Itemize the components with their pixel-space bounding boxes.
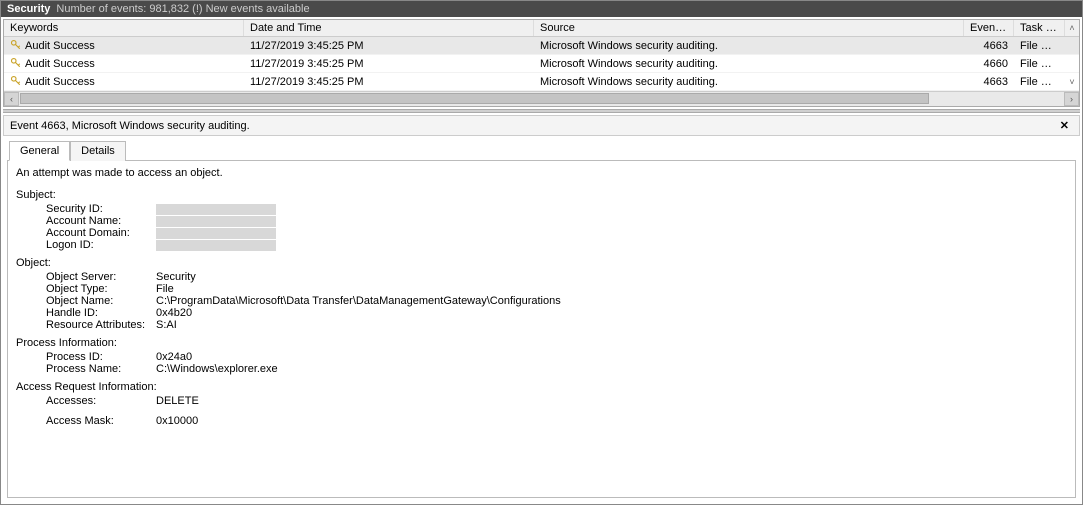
object-name-label: Object Name: [16, 295, 156, 307]
scroll-track[interactable] [19, 92, 1064, 106]
event-viewer-window: Security Number of events: 981,832 (!) N… [0, 0, 1083, 505]
event-message: An attempt was made to access an object. [16, 167, 1067, 179]
handle-id-value: 0x4b20 [156, 307, 1067, 319]
event-count: Number of events: 981,832 (!) New events… [56, 3, 309, 15]
object-server-label: Object Server: [16, 271, 156, 283]
grid-body: Audit Success11/27/2019 3:45:25 PMMicros… [4, 37, 1079, 91]
object-type-label: Object Type: [16, 283, 156, 295]
col-header-event-id[interactable]: Event ID [964, 20, 1014, 36]
table-row[interactable]: Audit Success11/27/2019 3:45:25 PMMicros… [4, 73, 1079, 91]
cell-keywords: Audit Success [4, 37, 244, 54]
table-row[interactable]: Audit Success11/27/2019 3:45:25 PMMicros… [4, 37, 1079, 55]
cell-keywords: Audit Success [4, 73, 244, 90]
account-domain-label: Account Domain: [16, 227, 156, 239]
cell-event-id: 4663 [964, 74, 1014, 90]
cell-source: Microsoft Windows security auditing. [534, 74, 964, 90]
logon-id-label: Logon ID: [16, 239, 156, 251]
col-header-keywords[interactable]: Keywords [4, 20, 244, 36]
logon-id-value [156, 239, 1067, 251]
cell-date: 11/27/2019 3:45:25 PM [244, 38, 534, 54]
horizontal-scrollbar[interactable]: ‹ › [4, 91, 1079, 106]
object-server-value: Security [156, 271, 1067, 283]
access-req-label: Access Request Information: [16, 381, 1067, 393]
detail-header: Event 4663, Microsoft Windows security a… [3, 115, 1080, 136]
scroll-right-icon[interactable]: › [1064, 92, 1079, 106]
cell-event-id: 4663 [964, 38, 1014, 54]
tab-general[interactable]: General [9, 141, 70, 161]
cell-source: Microsoft Windows security auditing. [534, 38, 964, 54]
cell-task: File System [1014, 74, 1065, 90]
cell-keywords: Audit Success [4, 55, 244, 72]
access-mask-value: 0x10000 [156, 415, 1067, 427]
object-name-value: C:\ProgramData\Microsoft\Data Transfer\D… [156, 295, 1067, 307]
process-name-label: Process Name: [16, 363, 156, 375]
process-name-value: C:\Windows\explorer.exe [156, 363, 1067, 375]
account-domain-value [156, 227, 1067, 239]
cell-source: Microsoft Windows security auditing. [534, 56, 964, 72]
event-grid: Keywords Date and Time Source Event ID T… [3, 19, 1080, 107]
scroll-left-icon[interactable]: ‹ [4, 92, 19, 106]
col-header-task[interactable]: Task Category [1014, 20, 1065, 36]
account-name-label: Account Name: [16, 215, 156, 227]
resource-attr-label: Resource Attributes: [16, 319, 156, 331]
titlebar: Security Number of events: 981,832 (!) N… [1, 1, 1082, 17]
cell-date: 11/27/2019 3:45:25 PM [244, 56, 534, 72]
process-id-label: Process ID: [16, 351, 156, 363]
cell-event-id: 4660 [964, 56, 1014, 72]
detail-title-text: Event 4663, Microsoft Windows security a… [10, 120, 250, 132]
scroll-thumb[interactable] [20, 93, 929, 104]
process-id-value: 0x24a0 [156, 351, 1067, 363]
handle-id-label: Handle ID: [16, 307, 156, 319]
log-name: Security [7, 3, 50, 15]
tab-details[interactable]: Details [70, 141, 126, 161]
subject-label: Subject: [16, 189, 1067, 201]
security-id-label: Security ID: [16, 203, 156, 215]
table-row[interactable]: Audit Success11/27/2019 3:45:25 PMMicros… [4, 55, 1079, 73]
resource-attr-value: S:AI [156, 319, 1067, 331]
account-name-value [156, 215, 1067, 227]
cell-date: 11/27/2019 3:45:25 PM [244, 74, 534, 90]
process-info-label: Process Information: [16, 337, 1067, 349]
security-id-value [156, 203, 1067, 215]
accesses-value: DELETE [156, 395, 1067, 407]
scroll-up-icon[interactable]: ˄ [1065, 20, 1079, 36]
detail-body: An attempt was made to access an object.… [7, 160, 1076, 498]
splitter[interactable] [3, 109, 1080, 113]
close-icon[interactable]: ✕ [1056, 119, 1073, 132]
detail-tabs: General Details [3, 136, 1080, 160]
cell-task: File System [1014, 56, 1065, 72]
access-mask-label: Access Mask: [16, 415, 156, 427]
cell-task: File System [1014, 38, 1065, 54]
col-header-source[interactable]: Source [534, 20, 964, 36]
accesses-label: Accesses: [16, 395, 156, 407]
object-type-value: File [156, 283, 1067, 295]
col-header-date[interactable]: Date and Time [244, 20, 534, 36]
grid-header: Keywords Date and Time Source Event ID T… [4, 20, 1079, 37]
scroll-down-icon[interactable]: ˅ [1065, 77, 1079, 87]
object-label: Object: [16, 257, 1067, 269]
